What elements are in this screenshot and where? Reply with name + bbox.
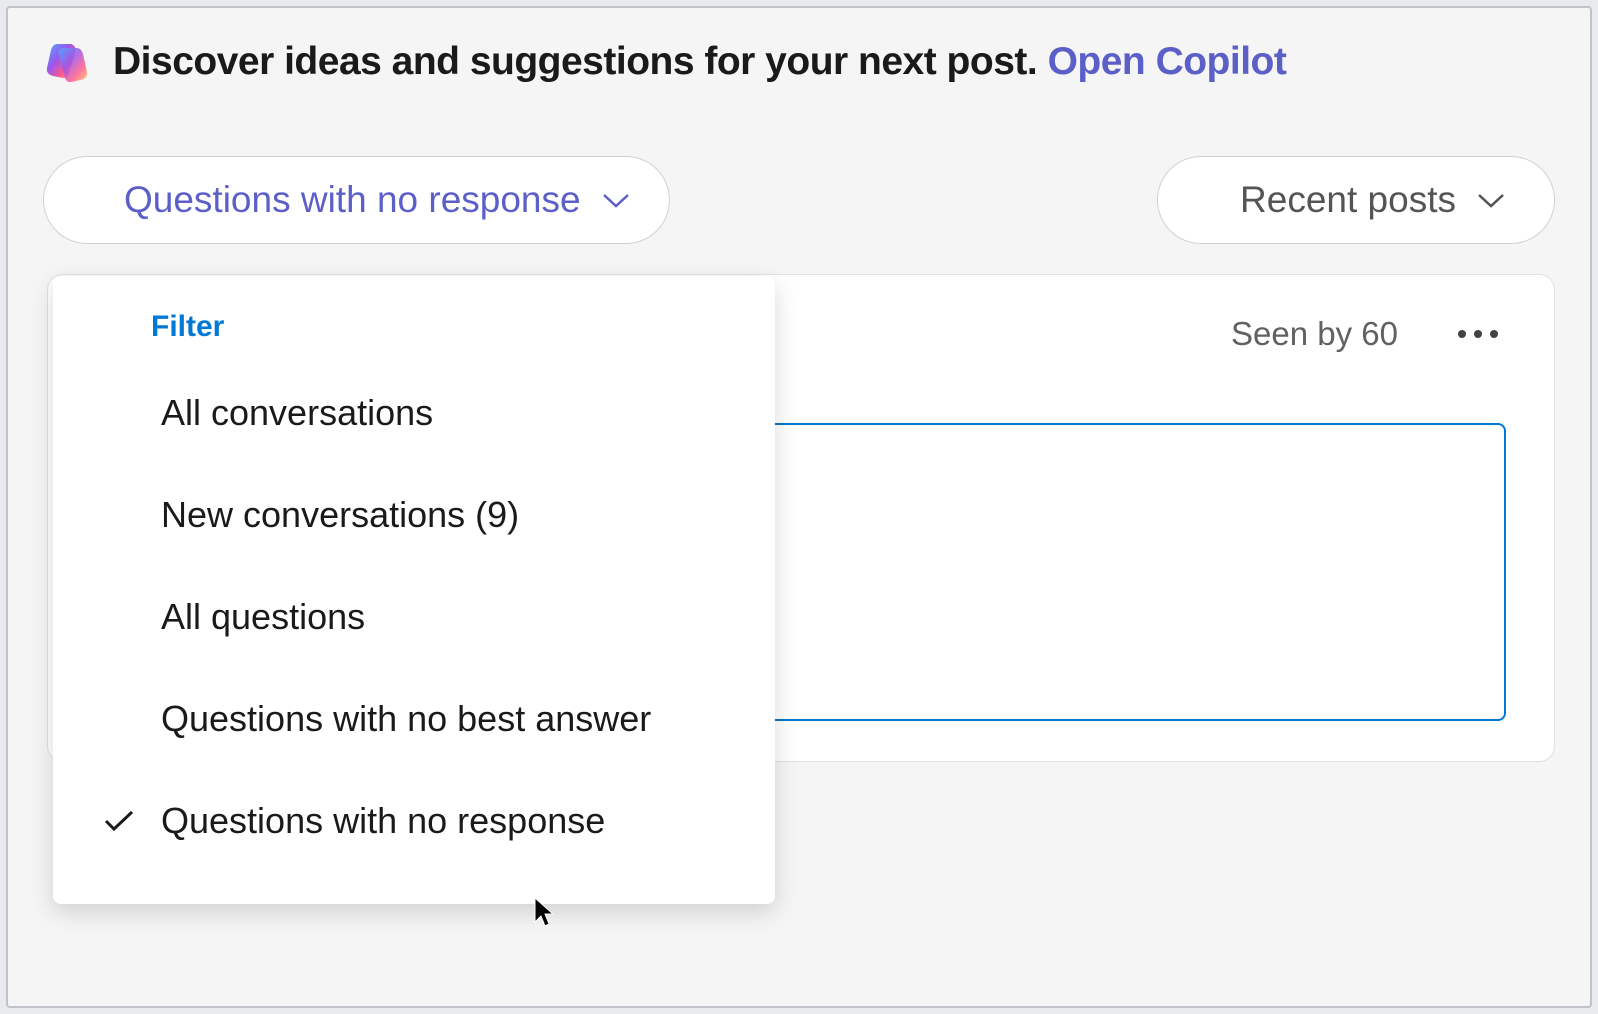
mouse-cursor-icon (533, 896, 557, 928)
option-label: New conversations (9) (161, 494, 519, 535)
dot-icon (1458, 330, 1466, 338)
option-label: Questions with no response (161, 800, 605, 841)
dot-icon (1490, 330, 1498, 338)
filter-button-label: Questions with no response (124, 179, 581, 221)
filter-dropdown-menu: Filter All conversations New conversatio… (53, 276, 775, 904)
filter-dropdown-button[interactable]: Questions with no response (43, 156, 670, 244)
copilot-icon (43, 38, 91, 86)
chevron-down-icon (601, 191, 631, 209)
option-label: All questions (161, 596, 365, 637)
main-container: Discover ideas and suggestions for your … (6, 6, 1592, 1008)
more-options-button[interactable] (1450, 322, 1506, 346)
banner-text: Discover ideas and suggestions for your … (113, 40, 1286, 84)
filter-option-no-best-answer[interactable]: Questions with no best answer (53, 668, 775, 770)
option-label: All conversations (161, 392, 433, 433)
seen-by-label: Seen by 60 (1231, 315, 1398, 353)
filter-option-new-conversations[interactable]: New conversations (9) (53, 464, 775, 566)
banner-message: Discover ideas and suggestions for your … (113, 40, 1048, 83)
open-copilot-link[interactable]: Open Copilot (1048, 40, 1287, 83)
filter-option-all-questions[interactable]: All questions (53, 566, 775, 668)
option-label: Questions with no best answer (161, 698, 651, 739)
filter-option-all-conversations[interactable]: All conversations (53, 362, 775, 464)
sort-dropdown-button[interactable]: Recent posts (1157, 156, 1555, 244)
checkmark-icon (103, 809, 135, 833)
dot-icon (1474, 330, 1482, 338)
dropdown-header: Filter (53, 310, 775, 362)
filter-option-no-response[interactable]: Questions with no response (53, 770, 775, 872)
chevron-down-icon (1476, 191, 1506, 209)
controls-row: Questions with no response Recent posts (43, 156, 1555, 244)
sort-button-label: Recent posts (1240, 179, 1456, 221)
copilot-banner: Discover ideas and suggestions for your … (43, 38, 1555, 86)
